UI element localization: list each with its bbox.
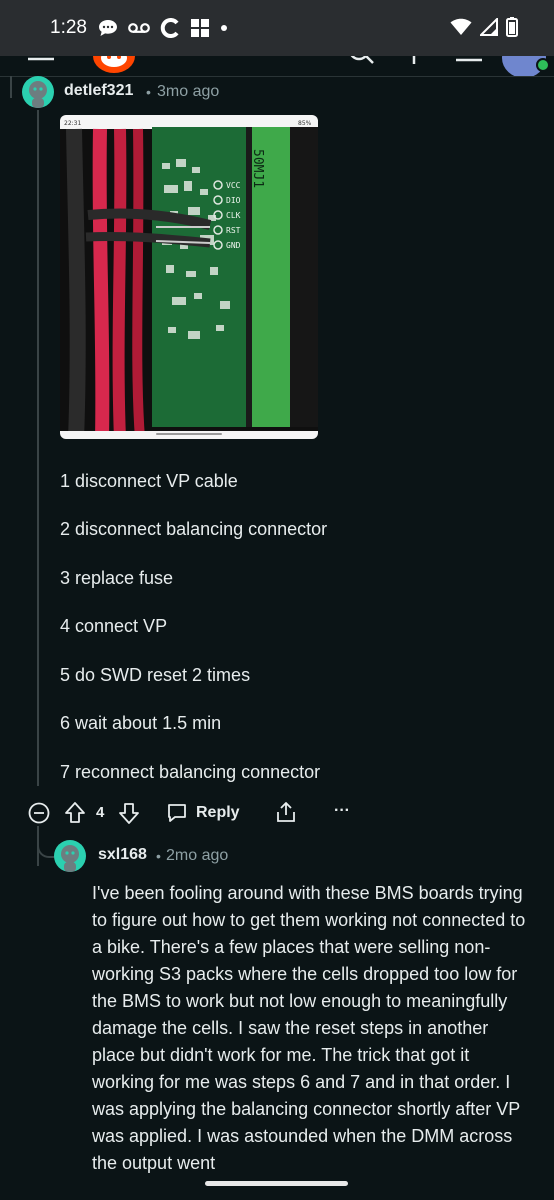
- reply-avatar[interactable]: [54, 840, 86, 872]
- signal-icon: [480, 18, 498, 36]
- create-icon[interactable]: [410, 56, 418, 66]
- c-app-icon: [160, 18, 179, 38]
- online-indicator: [536, 58, 550, 72]
- reply-button[interactable]: Reply: [166, 800, 246, 826]
- snoo-avatar-icon: [61, 845, 79, 872]
- reply-body: I've been fooling around with these BMS …: [92, 883, 526, 1173]
- step-5: 5 do SWD reset 2 times: [60, 665, 251, 685]
- pin-label-clk: CLK: [226, 211, 241, 220]
- downvote-icon[interactable]: [118, 801, 140, 825]
- battery-icon: [506, 17, 518, 37]
- pin-label-gnd: GND: [226, 241, 241, 250]
- image-status-battery: 85%: [298, 120, 312, 127]
- image-status-time: 22:31: [64, 120, 81, 127]
- reply-time: 2mo ago: [166, 847, 229, 864]
- upvote-icon[interactable]: [64, 801, 86, 825]
- menu-icon[interactable]: [28, 56, 54, 64]
- voicemail-icon: [128, 23, 150, 33]
- thread-line-parent: [10, 76, 12, 98]
- collapse-icon[interactable]: [28, 802, 50, 824]
- grid-app-icon: [190, 19, 210, 37]
- status-time: 1:28: [50, 17, 87, 38]
- reply-bubble-icon: [168, 804, 186, 822]
- status-bar: 1:28: [0, 0, 554, 56]
- home-indicator[interactable]: [205, 1181, 348, 1186]
- chat-bubble-icon: [99, 20, 117, 36]
- step-7: 7 reconnect balancing connector: [60, 762, 321, 782]
- thread-line-comment: [37, 110, 39, 786]
- comment-image[interactable]: VCC DIO CLK RST GND 50MJ1 22:31 85%: [60, 115, 318, 439]
- wifi-icon: [450, 18, 472, 35]
- pin-label-vcc: VCC: [226, 181, 241, 190]
- pin-label-dio: DIO: [226, 196, 241, 205]
- share-icon[interactable]: [274, 800, 298, 824]
- separator-dot: •: [146, 84, 151, 100]
- snoo-avatar-icon: [29, 81, 47, 108]
- step-1: 1 disconnect VP cable: [60, 471, 238, 491]
- reply-label: Reply: [196, 804, 240, 821]
- search-icon[interactable]: [348, 56, 376, 68]
- step-3: 3 replace fuse: [60, 568, 174, 588]
- inbox-icon[interactable]: [454, 56, 484, 64]
- comment-actions: 4 Reply ···: [24, 796, 384, 828]
- comment-time: 3mo ago: [157, 83, 220, 100]
- reddit-logo-icon[interactable]: [92, 56, 136, 74]
- silk-label: 50MJ1: [250, 149, 265, 188]
- dot-icon: [221, 25, 227, 31]
- pcb-photo: VCC DIO CLK RST GND 50MJ1 22:31 85%: [60, 115, 318, 439]
- reply-separator-dot: •: [156, 848, 161, 864]
- comment-username[interactable]: detlef321: [64, 82, 133, 100]
- reply-username[interactable]: sxl168: [98, 846, 147, 864]
- app-bar: [0, 56, 554, 77]
- avatar[interactable]: [22, 76, 54, 108]
- thread-curve: [37, 838, 55, 858]
- more-options-button[interactable]: ···: [334, 802, 350, 820]
- vote-count: 4: [96, 804, 105, 821]
- step-6: 6 wait about 1.5 min: [60, 713, 222, 733]
- step-2: 2 disconnect balancing connector: [60, 519, 328, 539]
- step-4: 4 connect VP: [60, 616, 168, 636]
- pin-label-rst: RST: [226, 226, 241, 235]
